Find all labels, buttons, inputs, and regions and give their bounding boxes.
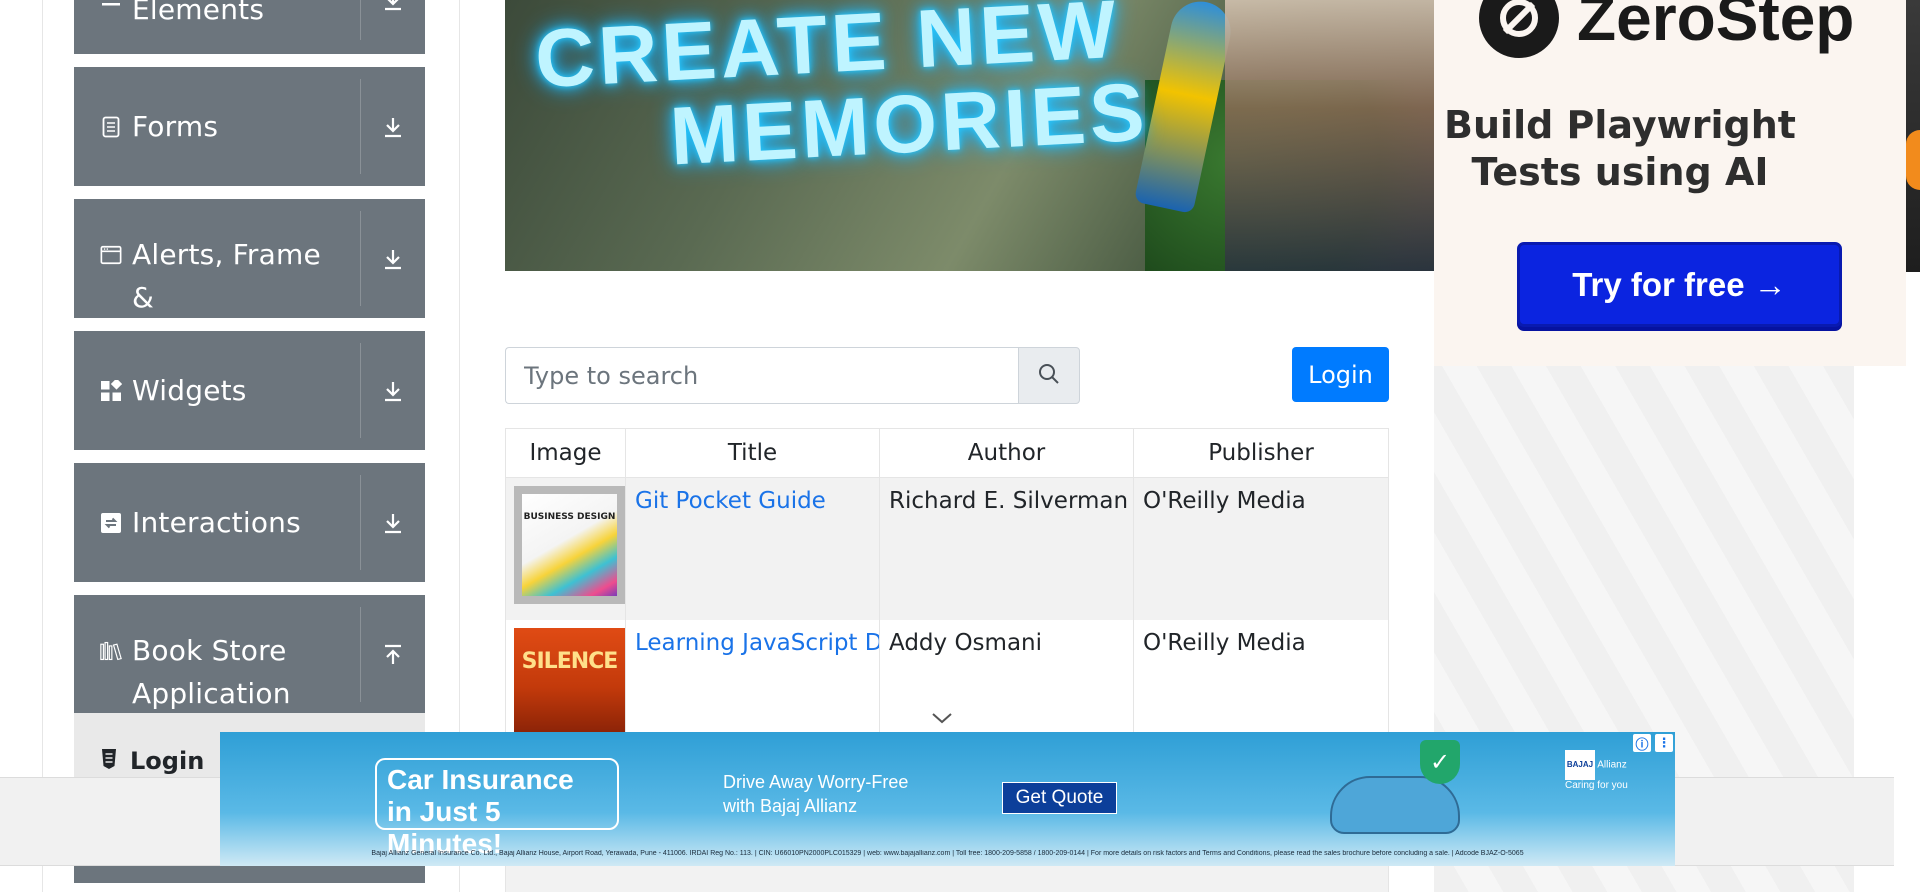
sidebar-group-head: Forms bbox=[74, 67, 360, 186]
sidebar-group-head: Book Store Application bbox=[74, 595, 360, 714]
sidebar-group-label: Interactions bbox=[132, 506, 301, 539]
window-icon bbox=[100, 244, 122, 266]
sidebar-group-head: Alerts, Frame &Windows bbox=[74, 199, 360, 357]
book-cover-image: BUSINESS DESIGN bbox=[514, 486, 625, 604]
login-icon bbox=[100, 748, 118, 774]
collapse-up-icon[interactable] bbox=[361, 595, 425, 714]
tagline-line-2: with Bajaj Allianz bbox=[723, 796, 858, 816]
sidebar-group-forms[interactable]: Forms bbox=[74, 67, 425, 186]
zerostep-tagline: Build Playwright Tests using AI bbox=[1434, 102, 1806, 196]
sidebar-group-head: Widgets bbox=[74, 331, 360, 450]
banner-ad[interactable]: CREATE NEW MEMORIES bbox=[505, 0, 1434, 271]
bajaj-logo-icon: BAJAJ bbox=[1565, 750, 1595, 780]
books-icon bbox=[100, 640, 122, 662]
sidebar-group-label: Book Store Application bbox=[132, 629, 291, 715]
expand-down-icon[interactable] bbox=[361, 463, 425, 582]
sidebar-group-widgets[interactable]: Widgets bbox=[74, 331, 425, 450]
firefox-logo-icon bbox=[1906, 130, 1920, 190]
label-line-2: Application bbox=[132, 677, 291, 710]
zerostep-brand: ZeroStep bbox=[1577, 0, 1855, 54]
column-header-author[interactable]: Author bbox=[880, 429, 1134, 477]
search-bar bbox=[505, 347, 1080, 404]
swap-arrows-icon bbox=[100, 512, 122, 534]
ad-menu-icon[interactable]: ⋮ bbox=[1655, 734, 1673, 752]
book-title-link[interactable]: Learning JavaScript Design Patterns bbox=[635, 630, 879, 656]
widgets-grid-icon bbox=[100, 379, 122, 402]
cell-image: BUSINESS DESIGN bbox=[506, 478, 626, 620]
ad-fine-print: Bajaj Allianz General Insurance Co. Ltd.… bbox=[371, 850, 1524, 857]
tagline-line-1: Drive Away Worry-Free bbox=[723, 772, 909, 792]
edge-ad-peek bbox=[1906, 0, 1920, 272]
expand-down-icon[interactable] bbox=[361, 331, 425, 450]
table-header: Image Title Author Publisher bbox=[506, 429, 1388, 478]
label-line-1: Book Store bbox=[132, 634, 287, 667]
document-icon bbox=[100, 116, 122, 138]
sidebar-group-alerts-frame-windows[interactable]: Alerts, Frame &Windows bbox=[74, 199, 425, 357]
sidebar-group-label: Widgets bbox=[132, 374, 247, 407]
column-header-publisher[interactable]: Publisher bbox=[1134, 429, 1388, 477]
expand-down-icon[interactable] bbox=[361, 67, 425, 186]
bajaj-allianz-logo: BAJAJ Allianz Caring for you bbox=[1565, 750, 1655, 800]
cell-author: Richard E. Silverman bbox=[880, 478, 1134, 620]
column-header-image[interactable]: Image bbox=[506, 429, 626, 477]
column-header-title[interactable]: Title bbox=[626, 429, 880, 477]
cell-publisher: O'Reilly Media bbox=[1143, 488, 1306, 514]
headline-line-1: Car Insurance bbox=[387, 764, 574, 795]
sidebar-group-book-store-application[interactable]: Book Store Application bbox=[74, 595, 425, 713]
tagline-line-1: Build Playwright bbox=[1444, 103, 1796, 147]
shield-check-icon: ✓ bbox=[1420, 740, 1460, 784]
bajaj-allianz-ad[interactable]: Car Insurance in Just 5 Minutes! Drive Aw… bbox=[220, 732, 1675, 866]
search-icon bbox=[1037, 362, 1061, 390]
sidebar-group-head: Interactions bbox=[74, 463, 360, 582]
cell-title: Git Pocket Guide bbox=[626, 478, 880, 620]
book-title-link[interactable]: Git Pocket Guide bbox=[635, 488, 826, 514]
banner-people-image bbox=[1225, 0, 1434, 271]
try-for-free-button[interactable]: Try for free → bbox=[1517, 242, 1842, 327]
hamburger-icon bbox=[100, 0, 122, 10]
sidebar-group-head: Elements bbox=[74, 0, 360, 54]
login-button[interactable]: Login bbox=[1292, 347, 1389, 402]
ad-info-icon[interactable]: ⓘ bbox=[1633, 734, 1651, 753]
search-button[interactable] bbox=[1018, 347, 1080, 404]
expand-down-icon[interactable] bbox=[361, 199, 425, 318]
table-row: BUSINESS DESIGN Git Pocket Guide Richard… bbox=[506, 478, 1388, 620]
zerostep-logo-icon bbox=[1479, 0, 1559, 58]
book-cover-image: SILENCE bbox=[514, 628, 625, 746]
sidebar-item-label: Login bbox=[130, 747, 205, 775]
car-image bbox=[1330, 776, 1460, 834]
brand-slogan: Caring for you bbox=[1565, 780, 1628, 791]
sidebar-group-elements[interactable]: Elements bbox=[74, 0, 425, 54]
sidebar-group-label: Elements bbox=[132, 0, 265, 26]
left-divider bbox=[42, 0, 43, 892]
page: Elements Forms Alerts, Frame & Widgets I… bbox=[0, 0, 1920, 892]
label-line-1: Alerts, Frame & bbox=[132, 238, 321, 314]
zerostep-logo: ZeroStep bbox=[1479, 0, 1854, 58]
search-input[interactable] bbox=[505, 347, 1018, 404]
sidebar-group-label: Forms bbox=[132, 110, 219, 143]
sidebar-group-interactions[interactable]: Interactions bbox=[74, 463, 425, 582]
sidebar-item-row: Login bbox=[100, 747, 204, 775]
tagline-line-2: Tests using AI bbox=[1471, 150, 1769, 194]
ad-headline: Car Insurance in Just 5 Minutes! bbox=[375, 758, 619, 859]
allianz-label: Allianz bbox=[1597, 759, 1627, 771]
get-quote-button[interactable]: Get Quote bbox=[1002, 782, 1117, 814]
chevron-down-icon[interactable] bbox=[930, 710, 954, 729]
zerostep-ad[interactable]: ZeroStep Build Playwright Tests using AI … bbox=[1434, 0, 1906, 366]
cover-text: SILENCE bbox=[521, 649, 619, 674]
expand-down-icon[interactable] bbox=[361, 0, 425, 54]
ad-choices: ⓘ ⋮ bbox=[1633, 734, 1673, 753]
cover-text: BUSINESS DESIGN bbox=[523, 512, 616, 522]
ad-tagline: Drive Away Worry-Free with Bajaj Allianz bbox=[723, 770, 908, 818]
